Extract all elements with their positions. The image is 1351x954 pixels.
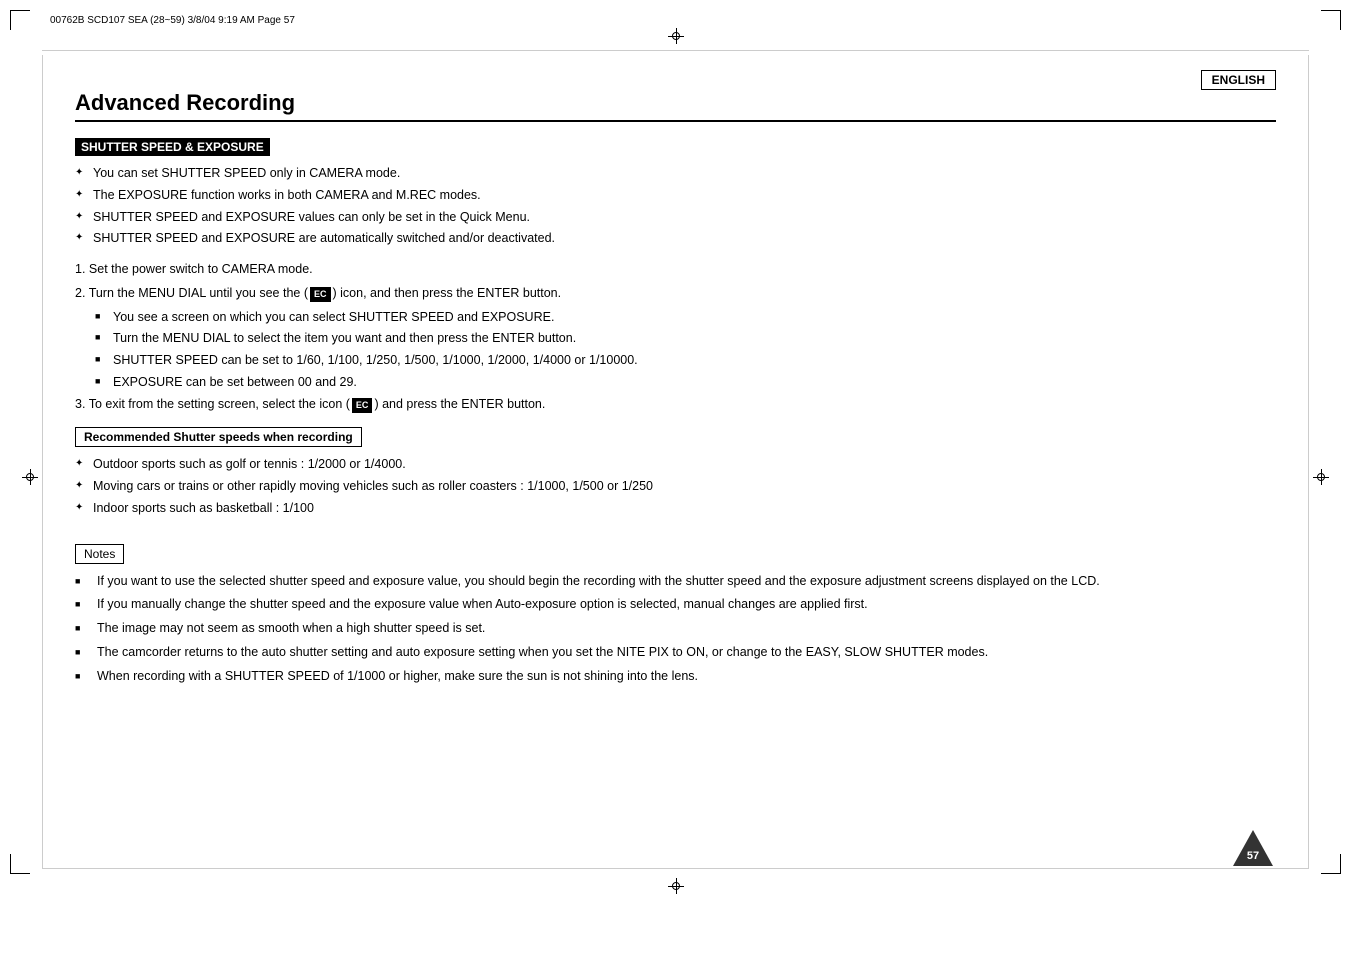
file-info: 00762B SCD107 SEA (28~59) 3/8/04 9:19 AM… bbox=[50, 14, 295, 28]
step-text: To exit from the setting screen, select … bbox=[89, 397, 546, 411]
list-item: The EXPOSURE function works in both CAME… bbox=[75, 186, 1276, 205]
corner-mark-tr bbox=[1321, 10, 1341, 30]
step-2: 2. Turn the MENU DIAL until you see the … bbox=[75, 284, 1276, 303]
english-badge: ENGLISH bbox=[1201, 70, 1276, 90]
list-item: You can set SHUTTER SPEED only in CAMERA… bbox=[75, 164, 1276, 183]
bottom-hline bbox=[42, 868, 1309, 869]
notes-item: The image may not seem as smooth when a … bbox=[75, 619, 1276, 638]
step-text: Set the power switch to CAMERA mode. bbox=[89, 262, 313, 276]
list-item: Outdoor sports such as golf or tennis : … bbox=[75, 455, 1276, 474]
page-number-area: 57 bbox=[1233, 830, 1273, 866]
left-vline bbox=[42, 55, 43, 869]
page-number: 57 bbox=[1247, 850, 1259, 862]
list-item: EXPOSURE can be set between 00 and 29. bbox=[95, 373, 1276, 392]
step-num: 3. bbox=[75, 397, 85, 411]
notes-item: When recording with a SHUTTER SPEED of 1… bbox=[75, 667, 1276, 686]
list-item: Turn the MENU DIAL to select the item yo… bbox=[95, 329, 1276, 348]
corner-mark-tl bbox=[10, 10, 30, 30]
notes-item: If you manually change the shutter speed… bbox=[75, 595, 1276, 614]
left-reg-mark bbox=[22, 469, 38, 485]
step-num: 2. bbox=[75, 286, 85, 300]
list-item: SHUTTER SPEED can be set to 1/60, 1/100,… bbox=[95, 351, 1276, 370]
section-recommended: Recommended Shutter speeds when recordin… bbox=[75, 427, 1276, 517]
header-area: 00762B SCD107 SEA (28~59) 3/8/04 9:19 AM… bbox=[50, 14, 1301, 28]
step-num: 1. bbox=[75, 262, 85, 276]
corner-mark-bl bbox=[10, 854, 30, 874]
ec-icon: EC bbox=[310, 287, 331, 303]
step-text: Turn the MENU DIAL until you see the (EC… bbox=[89, 286, 561, 300]
top-hline bbox=[42, 50, 1309, 51]
section-shutter-speed: SHUTTER SPEED & EXPOSURE You can set SHU… bbox=[75, 138, 1276, 413]
section1-bullets: You can set SHUTTER SPEED only in CAMERA… bbox=[75, 164, 1276, 248]
list-item: Moving cars or trains or other rapidly m… bbox=[75, 477, 1276, 496]
ec-icon-2: EC bbox=[352, 398, 373, 414]
notes-section: Notes If you want to use the selected sh… bbox=[75, 530, 1276, 686]
right-reg-mark bbox=[1313, 469, 1329, 485]
notes-item: If you want to use the selected shutter … bbox=[75, 572, 1276, 591]
step-3: 3. To exit from the setting screen, sele… bbox=[75, 395, 1276, 414]
list-item: Indoor sports such as basketball : 1/100 bbox=[75, 499, 1276, 518]
corner-mark-br bbox=[1321, 854, 1341, 874]
section1-heading: SHUTTER SPEED & EXPOSURE bbox=[75, 138, 270, 156]
notes-item: The camcorder returns to the auto shutte… bbox=[75, 643, 1276, 662]
right-vline bbox=[1308, 55, 1309, 869]
notes-label: Notes bbox=[75, 544, 124, 564]
notes-list: If you want to use the selected shutter … bbox=[75, 572, 1276, 686]
bottom-reg-mark bbox=[668, 878, 684, 894]
step-2-subbullets: You see a screen on which you can select… bbox=[95, 308, 1276, 392]
top-reg-mark bbox=[668, 28, 684, 44]
section2-heading: Recommended Shutter speeds when recordin… bbox=[75, 427, 362, 447]
section2-bullets: Outdoor sports such as golf or tennis : … bbox=[75, 455, 1276, 517]
list-item: SHUTTER SPEED and EXPOSURE are automatic… bbox=[75, 229, 1276, 248]
list-item: You see a screen on which you can select… bbox=[95, 308, 1276, 327]
list-item: SHUTTER SPEED and EXPOSURE values can on… bbox=[75, 208, 1276, 227]
page-container: 00762B SCD107 SEA (28~59) 3/8/04 9:19 AM… bbox=[0, 0, 1351, 954]
numbered-section: 1. Set the power switch to CAMERA mode. … bbox=[75, 260, 1276, 413]
step-1: 1. Set the power switch to CAMERA mode. bbox=[75, 260, 1276, 279]
page-title: Advanced Recording bbox=[75, 90, 1276, 122]
content-area: ENGLISH Advanced Recording SHUTTER SPEED… bbox=[75, 70, 1276, 864]
